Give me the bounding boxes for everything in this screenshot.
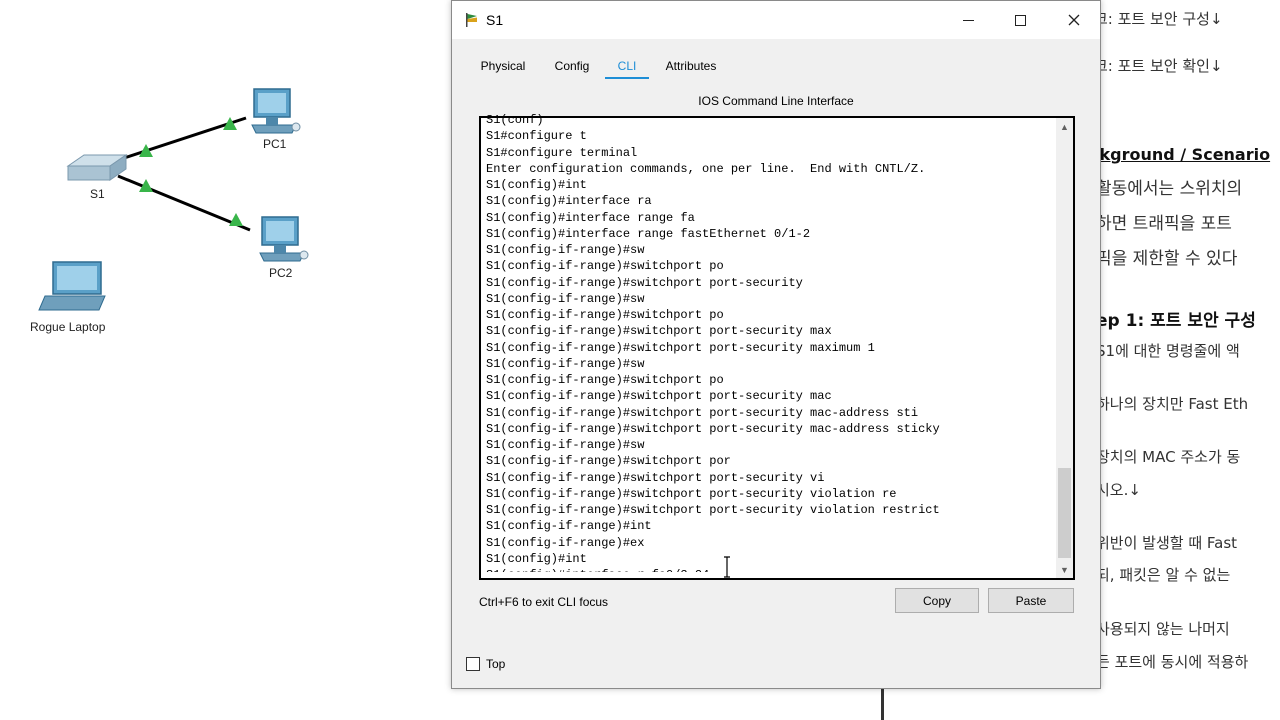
cli-line: S1(config-if-range)#switchport port-secu… (486, 421, 940, 436)
cli-line: S1(config)#interface ra (486, 194, 652, 209)
cli-line: S1(config-if-range)#int (486, 519, 652, 534)
cli-scrollbar[interactable]: ▲ ▼ (1056, 118, 1073, 578)
cli-line: S1(config-if-range)#switchport port-secu… (486, 470, 825, 485)
cli-line: S1(config-if-range)#switchport port-secu… (486, 503, 940, 517)
doc-line: 되, 패킷은 알 수 없는 (1100, 566, 1231, 584)
scroll-up-icon[interactable]: ▲ (1056, 118, 1073, 135)
cli-line: S1#configure t (486, 129, 587, 144)
doc-heading: ep 1: 포트 보안 구성 (1100, 311, 1256, 331)
close-button[interactable] (1048, 1, 1100, 39)
cli-line: S1(config-if-range)#switchport port-secu… (486, 324, 832, 339)
tab-cli[interactable]: CLI (605, 53, 649, 79)
cli-line: S1(config-if-range)#switchport po (486, 308, 724, 322)
close-icon (1068, 14, 1080, 26)
switch-icon[interactable] (66, 154, 128, 181)
doc-line: 크: 포트 보안 구성↓ (1100, 10, 1223, 28)
doc-line: 하나의 장치만 Fast Eth (1100, 395, 1249, 413)
cli-line: S1(config-if-range)#sw (486, 243, 645, 257)
topology-canvas (38, 88, 309, 311)
app-icon (466, 13, 477, 27)
cli-line: S1(config)#interface r fa0/3-24, (486, 567, 1054, 572)
top-checkbox[interactable] (466, 657, 480, 671)
cli-line: S1(config)#int (486, 178, 587, 192)
link-s1-pc2[interactable] (117, 174, 251, 232)
cli-line: S1(config)#interface range fa (486, 210, 695, 225)
maximize-button[interactable] (994, 1, 1046, 39)
doc-line: 장치의 MAC 주소가 동 (1100, 448, 1241, 466)
device-label-s1: S1 (90, 187, 105, 201)
minimize-button[interactable] (942, 1, 994, 39)
doc-line: 하면 트래픽을 포트 (1100, 214, 1232, 234)
maximize-icon (1014, 14, 1026, 26)
cli-line: S1(config-if-range)#sw (486, 291, 645, 306)
device-label-rogue-laptop: Rogue Laptop (30, 320, 106, 334)
document-pane: 크: 포트 보안 구성↓ 크: 포트 보안 확인↓ ckground / Sce… (1100, 0, 1280, 720)
cli-focus-hint: Ctrl+F6 to exit CLI focus (479, 595, 609, 609)
cli-line: S1(config-if-range)#switchport po (486, 373, 724, 387)
doc-heading: ckground / Scenario (1100, 145, 1271, 164)
device-label-pc1: PC1 (263, 137, 287, 151)
panel-title: IOS Command Line Interface (698, 94, 854, 108)
cli-line: S1(config-if-range)#sw (486, 356, 645, 371)
device-label-pc2: PC2 (269, 266, 293, 280)
doc-line: 크: 포트 보안 확인↓ (1100, 57, 1223, 75)
topology-workspace[interactable]: PC1 S1 PC2 Rogue Laptop (0, 0, 455, 720)
cli-console[interactable]: S1(conf) S1#configure t S1#configure termi… (479, 113, 1075, 580)
doc-line: 위반이 발생할 때 Fast (1100, 534, 1238, 552)
cli-line: S1(config-if-range)#ex (486, 535, 645, 550)
cli-line: S1#configure terminal (486, 145, 638, 160)
pc-icon[interactable] (251, 88, 301, 134)
screen: PC1 S1 PC2 Rogue Laptop 크: 포트 보안 구성↓ 크: … (0, 0, 1280, 720)
doc-line: S1에 대한 명령줄에 액 (1100, 342, 1240, 360)
cli-line: S1(config)#int (486, 551, 587, 566)
device-window: S1 Physical Config CLI Attributes IOS Co… (451, 0, 1101, 689)
paste-button[interactable]: Paste (988, 588, 1074, 613)
tab-config[interactable]: Config (546, 53, 598, 79)
cli-line: S1(config-if-range)#switchport port-secu… (486, 275, 803, 290)
doc-line: 픽을 제한할 수 있다 (1100, 249, 1238, 269)
minimize-icon (962, 19, 974, 21)
document-margin-line (881, 686, 884, 720)
top-checkbox-label: Top (486, 657, 506, 671)
cli-line: S1(config-if-range)#switchport port-secu… (486, 389, 832, 404)
link-status-icon (229, 213, 243, 226)
cli-line: S1(config-if-range)#switchport por (486, 454, 731, 469)
cli-line: S1(config)#interface range fastEthernet … (486, 226, 811, 241)
text-cursor-icon (724, 556, 730, 578)
copy-button[interactable]: Copy (895, 588, 979, 613)
doc-line: 시오.↓ (1100, 481, 1141, 499)
scrollbar-thumb[interactable] (1058, 468, 1071, 558)
cli-line: S1(config-if-range)#switchport port-secu… (486, 340, 875, 355)
cli-line: Enter configuration commands, one per li… (486, 161, 926, 176)
window-titlebar[interactable]: S1 (452, 1, 1100, 39)
cli-line: S1(config-if-range)#switchport po (486, 259, 724, 274)
doc-line: 활동에서는 스위치의 (1100, 179, 1243, 199)
window-title: S1 (486, 12, 504, 28)
scroll-down-icon[interactable]: ▼ (1056, 561, 1073, 578)
cli-line: S1(config-if-range)#sw (486, 438, 645, 452)
cli-line: S1(config-if-range)#switchport port-secu… (486, 405, 919, 420)
cli-line: S1(config-if-range)#switchport port-secu… (486, 486, 897, 501)
tab-attributes[interactable]: Attributes (656, 53, 726, 79)
cli-line: S1(conf) (486, 113, 544, 127)
pc-icon[interactable] (259, 216, 309, 262)
cli-output[interactable]: S1(conf) S1#configure t S1#configure termi… (486, 112, 1054, 572)
laptop-icon[interactable] (38, 261, 106, 311)
doc-line: 사용되지 않는 나머지 (1100, 620, 1230, 638)
tab-physical[interactable]: Physical (466, 53, 540, 79)
doc-line: 든 포트에 동시에 적용하 (1100, 653, 1249, 671)
